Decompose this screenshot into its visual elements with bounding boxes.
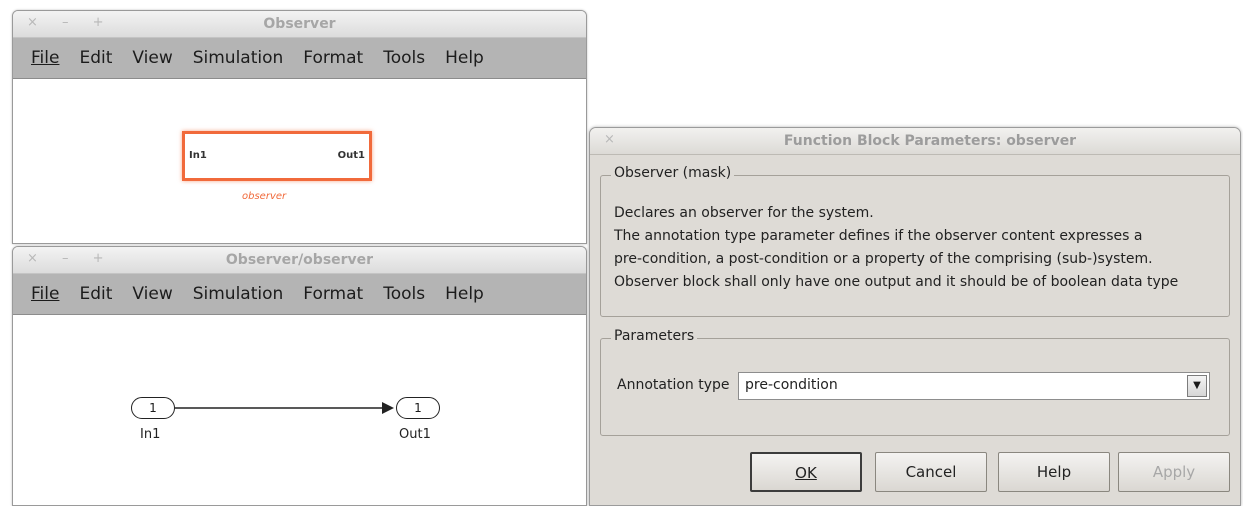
- menu-format[interactable]: Format: [303, 284, 363, 304]
- description-line: Observer block shall only have one outpu…: [614, 274, 1179, 290]
- observer-window: × – + Observer File Edit View Simulation…: [12, 10, 587, 244]
- menubar: File Edit View Simulation Format Tools H…: [13, 38, 586, 79]
- annotation-type-select[interactable]: pre-condition ▼: [738, 372, 1210, 400]
- window-title: Observer/observer: [225, 252, 374, 268]
- observer-titlebar: × – + Observer: [13, 11, 586, 38]
- menu-view[interactable]: View: [132, 48, 172, 68]
- annotation-type-label: Annotation type: [617, 377, 730, 393]
- menu-edit[interactable]: Edit: [79, 284, 112, 304]
- menubar: File Edit View Simulation Format Tools H…: [13, 274, 586, 315]
- block-parameters-dialog: × Function Block Parameters: observer Ob…: [589, 127, 1241, 506]
- menu-edit[interactable]: Edit: [79, 48, 112, 68]
- window-title: Observer: [263, 16, 336, 32]
- dialog-title: Function Block Parameters: observer: [783, 133, 1077, 149]
- chevron-down-icon[interactable]: ▼: [1187, 375, 1207, 397]
- description-line: Declares an observer for the system.: [614, 205, 874, 221]
- observer-subsystem-block[interactable]: In1 Out1: [182, 131, 372, 181]
- observer-subsystem-window: × – + Observer/observer File Edit View S…: [12, 246, 587, 506]
- signal-line[interactable]: [13, 315, 586, 505]
- menu-file[interactable]: File: [31, 284, 59, 304]
- menu-view[interactable]: View: [132, 284, 172, 304]
- menu-simulation[interactable]: Simulation: [193, 48, 284, 68]
- menu-format[interactable]: Format: [303, 48, 363, 68]
- menu-help[interactable]: Help: [445, 48, 484, 68]
- annotation-type-value: pre-condition: [745, 377, 838, 393]
- block-name-label[interactable]: observer: [242, 191, 286, 202]
- description-line: The annotation type parameter defines if…: [614, 228, 1143, 244]
- mask-description-group: Observer (mask) Declares an observer for…: [600, 165, 1230, 317]
- cancel-button[interactable]: Cancel: [875, 452, 987, 492]
- block-inport-label: In1: [189, 150, 207, 161]
- outport-label[interactable]: Out1: [399, 427, 431, 442]
- dialog-titlebar: × Function Block Parameters: observer: [590, 128, 1240, 155]
- outport-block[interactable]: 1: [396, 397, 440, 419]
- menu-simulation[interactable]: Simulation: [193, 284, 284, 304]
- apply-button[interactable]: Apply: [1118, 452, 1230, 492]
- block-outport-label: Out1: [337, 150, 365, 161]
- model-canvas[interactable]: In1 Out1 observer: [13, 79, 586, 243]
- menu-tools[interactable]: Tools: [383, 48, 425, 68]
- subsystem-titlebar: × – + Observer/observer: [13, 247, 586, 274]
- menu-help[interactable]: Help: [445, 284, 484, 304]
- model-canvas[interactable]: 1 In1 1 Out1: [13, 315, 586, 505]
- menu-tools[interactable]: Tools: [383, 284, 425, 304]
- ok-button[interactable]: OK: [750, 452, 862, 492]
- mask-group-legend: Observer (mask): [611, 165, 735, 181]
- parameters-group-legend: Parameters: [611, 328, 698, 344]
- help-button[interactable]: Help: [998, 452, 1110, 492]
- description-line: pre-condition, a post-condition or a pro…: [614, 251, 1153, 267]
- menu-file[interactable]: File: [31, 48, 59, 68]
